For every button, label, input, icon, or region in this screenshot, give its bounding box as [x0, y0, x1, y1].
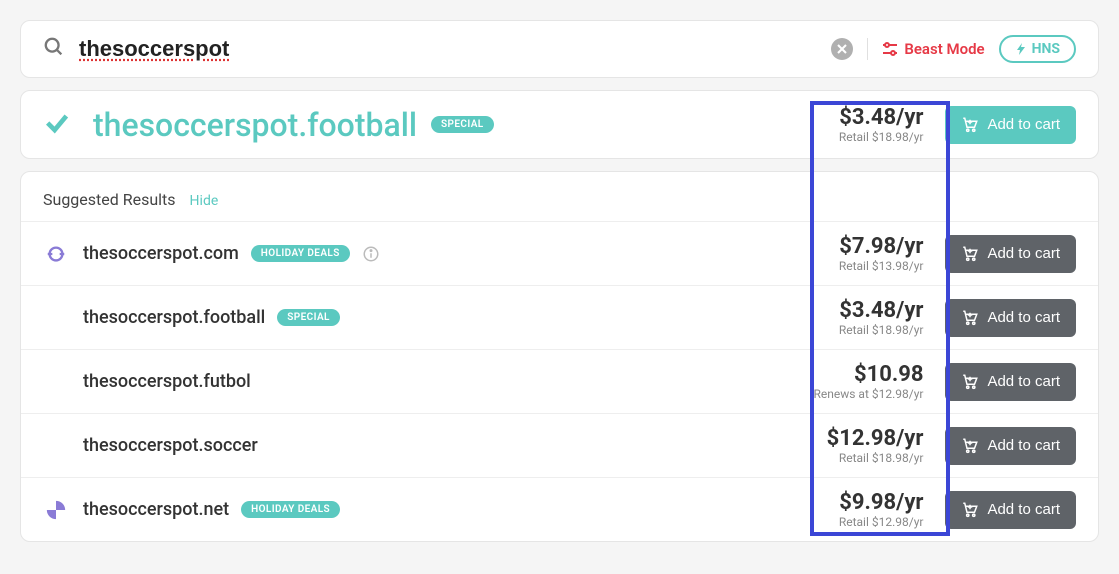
globe-icon: [43, 243, 69, 265]
deal-badge: SPECIAL: [277, 309, 340, 326]
add-to-cart-label: Add to cart: [987, 373, 1060, 390]
hide-toggle[interactable]: Hide: [190, 193, 219, 209]
add-to-cart-label: Add to cart: [987, 245, 1060, 262]
price-value: $3.48/yr: [839, 298, 924, 323]
result-domain-name[interactable]: thesoccerspot.net: [83, 499, 229, 520]
deal-badge: HOLIDAY DEALS: [241, 501, 340, 518]
cart-icon: [961, 501, 979, 519]
cart-icon: [961, 245, 979, 263]
featured-domain-name[interactable]: thesoccerspot.football: [93, 106, 417, 144]
price-value: $9.98/yr: [839, 490, 924, 515]
swirl-icon: [43, 499, 69, 521]
cart-icon: [961, 437, 979, 455]
featured-result: thesoccerspot.football SPECIAL $3.48/yr …: [21, 91, 1098, 158]
special-badge: SPECIAL: [431, 116, 494, 133]
search-icon: [43, 36, 65, 62]
separator: [867, 38, 868, 60]
sliders-icon: [882, 41, 898, 57]
price-value: $3.48/yr: [839, 105, 924, 130]
result-domain-name[interactable]: thesoccerspot.futbol: [83, 371, 251, 392]
result-row: thesoccerspot.soccer $12.98/yrRetail $18.…: [21, 413, 1098, 477]
price-sub: Renews at $12.98/yr: [814, 387, 924, 401]
featured-price: $3.48/yr Retail $18.98/yr: [839, 105, 924, 144]
add-to-cart-label: Add to cart: [987, 309, 1060, 326]
result-price: $3.48/yrRetail $18.98/yr: [839, 298, 924, 337]
add-to-cart-button[interactable]: Add to cart: [945, 491, 1076, 529]
add-to-cart-button[interactable]: Add to cart: [945, 363, 1076, 401]
lightning-icon: [1015, 43, 1027, 55]
result-price: $7.98/yrRetail $13.98/yr: [839, 234, 924, 273]
result-price: $9.98/yrRetail $12.98/yr: [839, 490, 924, 529]
add-to-cart-label: Add to cart: [987, 501, 1060, 518]
check-icon: [43, 109, 71, 141]
search-input[interactable]: [79, 36, 817, 62]
result-row: thesoccerspot.net HOLIDAY DEALS $9.98/yrRe…: [21, 477, 1098, 541]
add-to-cart-label: Add to cart: [987, 437, 1060, 454]
result-domain-name[interactable]: thesoccerspot.com: [83, 243, 239, 264]
result-row: thesoccerspot.football SPECIAL $3.48/yrRet…: [21, 285, 1098, 349]
price-value: $7.98/yr: [839, 234, 924, 259]
price-value: $12.98/yr: [827, 426, 924, 451]
price-sub: Retail $13.98/yr: [839, 259, 924, 273]
price-value: $10.98: [814, 362, 924, 387]
hns-button[interactable]: HNS: [999, 35, 1076, 63]
price-sub: Retail $18.98/yr: [839, 323, 924, 337]
price-sub: Retail $12.98/yr: [839, 515, 924, 529]
beast-mode-label: Beast Mode: [904, 40, 984, 58]
result-row: thesoccerspot.com HOLIDAY DEALS $7.98/yrRe…: [21, 221, 1098, 285]
cart-icon: [961, 373, 979, 391]
suggested-header: Suggested Results Hide: [21, 172, 1098, 221]
add-to-cart-label: Add to cart: [987, 116, 1060, 133]
result-price: $12.98/yrRetail $18.98/yr: [827, 426, 924, 465]
result-domain-name[interactable]: thesoccerspot.football: [83, 307, 265, 328]
add-to-cart-button[interactable]: Add to cart: [945, 235, 1076, 273]
hns-label: HNS: [1032, 41, 1060, 57]
add-to-cart-button[interactable]: Add to cart: [945, 299, 1076, 337]
result-price: $10.98Renews at $12.98/yr: [814, 362, 924, 401]
add-to-cart-button[interactable]: Add to cart: [945, 106, 1076, 144]
price-sub: Retail $18.98/yr: [827, 451, 924, 465]
cart-icon: [961, 309, 979, 327]
cart-icon: [961, 116, 979, 134]
add-to-cart-button[interactable]: Add to cart: [945, 427, 1076, 465]
price-retail: Retail $18.98/yr: [839, 130, 924, 144]
deal-badge: HOLIDAY DEALS: [251, 245, 350, 262]
result-domain-name[interactable]: thesoccerspot.soccer: [83, 435, 258, 456]
search-bar: Beast Mode HNS: [21, 21, 1098, 77]
clear-search-button[interactable]: [831, 38, 853, 60]
info-icon[interactable]: [362, 245, 380, 263]
beast-mode-toggle[interactable]: Beast Mode: [882, 40, 984, 58]
suggested-title: Suggested Results: [43, 190, 176, 209]
result-row: thesoccerspot.futbol $10.98Renews at $12.…: [21, 349, 1098, 413]
